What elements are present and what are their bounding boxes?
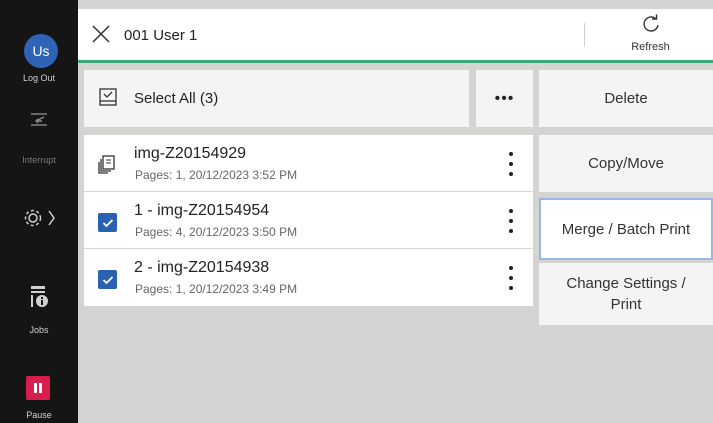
file-name: 1 - img-Z20154954 xyxy=(134,202,270,219)
interrupt-label[interactable]: Interrupt xyxy=(0,155,78,165)
select-all-button[interactable]: Select All (3) xyxy=(84,70,469,127)
page-title: 001 User 1 xyxy=(124,27,198,44)
file-details: Pages: 4, 20/12/2023 3:50 PM xyxy=(135,225,298,239)
row-checkbox[interactable] xyxy=(98,270,117,289)
merge-batch-print-button[interactable]: Merge / Batch Print xyxy=(539,198,713,260)
interrupt-icon[interactable] xyxy=(0,110,78,130)
list-item[interactable]: 2 - img-Z20154938 Pages: 1, 20/12/2023 3… xyxy=(84,249,533,306)
jobs-icon[interactable] xyxy=(0,283,78,309)
change-settings-label-line2: Print xyxy=(610,296,642,313)
list-item[interactable]: 1 - img-Z20154954 Pages: 4, 20/12/2023 3… xyxy=(84,192,533,249)
row-checkbox[interactable] xyxy=(98,213,117,232)
change-settings-label-line1: Change Settings / xyxy=(566,275,686,292)
pause-button[interactable] xyxy=(26,376,50,400)
list-item[interactable]: img-Z20154929 Pages: 1, 20/12/2023 3:52 … xyxy=(84,135,533,192)
header-bar: 001 User 1 Refresh xyxy=(78,9,713,63)
delete-label: Delete xyxy=(604,90,648,107)
file-name: 2 - img-Z20154938 xyxy=(134,259,270,276)
pause-icon xyxy=(34,383,42,393)
row-menu-icon[interactable] xyxy=(503,207,519,235)
change-settings-print-button[interactable]: Change Settings / Print xyxy=(539,263,713,325)
checkmark-icon xyxy=(102,218,113,227)
copy-move-button[interactable]: Copy/Move xyxy=(539,135,713,192)
logout-label[interactable]: Log Out xyxy=(0,73,78,83)
copy-move-label: Copy/Move xyxy=(588,155,664,172)
header-divider xyxy=(584,23,585,47)
refresh-button[interactable]: Refresh xyxy=(608,14,693,53)
merge-batch-print-label: Merge / Batch Print xyxy=(561,220,691,238)
refresh-label: Refresh xyxy=(631,41,670,53)
delete-button[interactable]: Delete xyxy=(539,70,713,127)
row-menu-icon[interactable] xyxy=(503,150,519,178)
stacked-documents-icon xyxy=(98,155,115,174)
refresh-icon xyxy=(642,14,659,32)
select-all-icon xyxy=(99,88,117,106)
file-details: Pages: 1, 20/12/2023 3:52 PM xyxy=(135,168,298,182)
jobs-label[interactable]: Jobs xyxy=(0,325,78,335)
file-name: img-Z20154929 xyxy=(134,145,247,162)
file-details: Pages: 1, 20/12/2023 3:49 PM xyxy=(135,282,298,296)
close-icon[interactable] xyxy=(90,23,112,45)
row-menu-icon[interactable] xyxy=(503,264,519,292)
select-all-label: Select All (3) xyxy=(134,90,219,107)
action-panel: Delete Copy/Move Merge / Batch Print Cha… xyxy=(539,70,713,325)
sidebar: Us Log Out Interrupt Jobs Pause xyxy=(0,0,78,423)
device-settings-button[interactable] xyxy=(0,207,78,229)
checkmark-icon xyxy=(102,275,113,284)
gear-icon xyxy=(24,209,55,227)
more-options-button[interactable]: ••• xyxy=(476,70,533,127)
user-avatar[interactable]: Us xyxy=(24,34,58,68)
file-list: img-Z20154929 Pages: 1, 20/12/2023 3:52 … xyxy=(84,135,533,306)
more-horizontal-icon: ••• xyxy=(494,89,515,107)
pause-label[interactable]: Pause xyxy=(0,410,78,420)
